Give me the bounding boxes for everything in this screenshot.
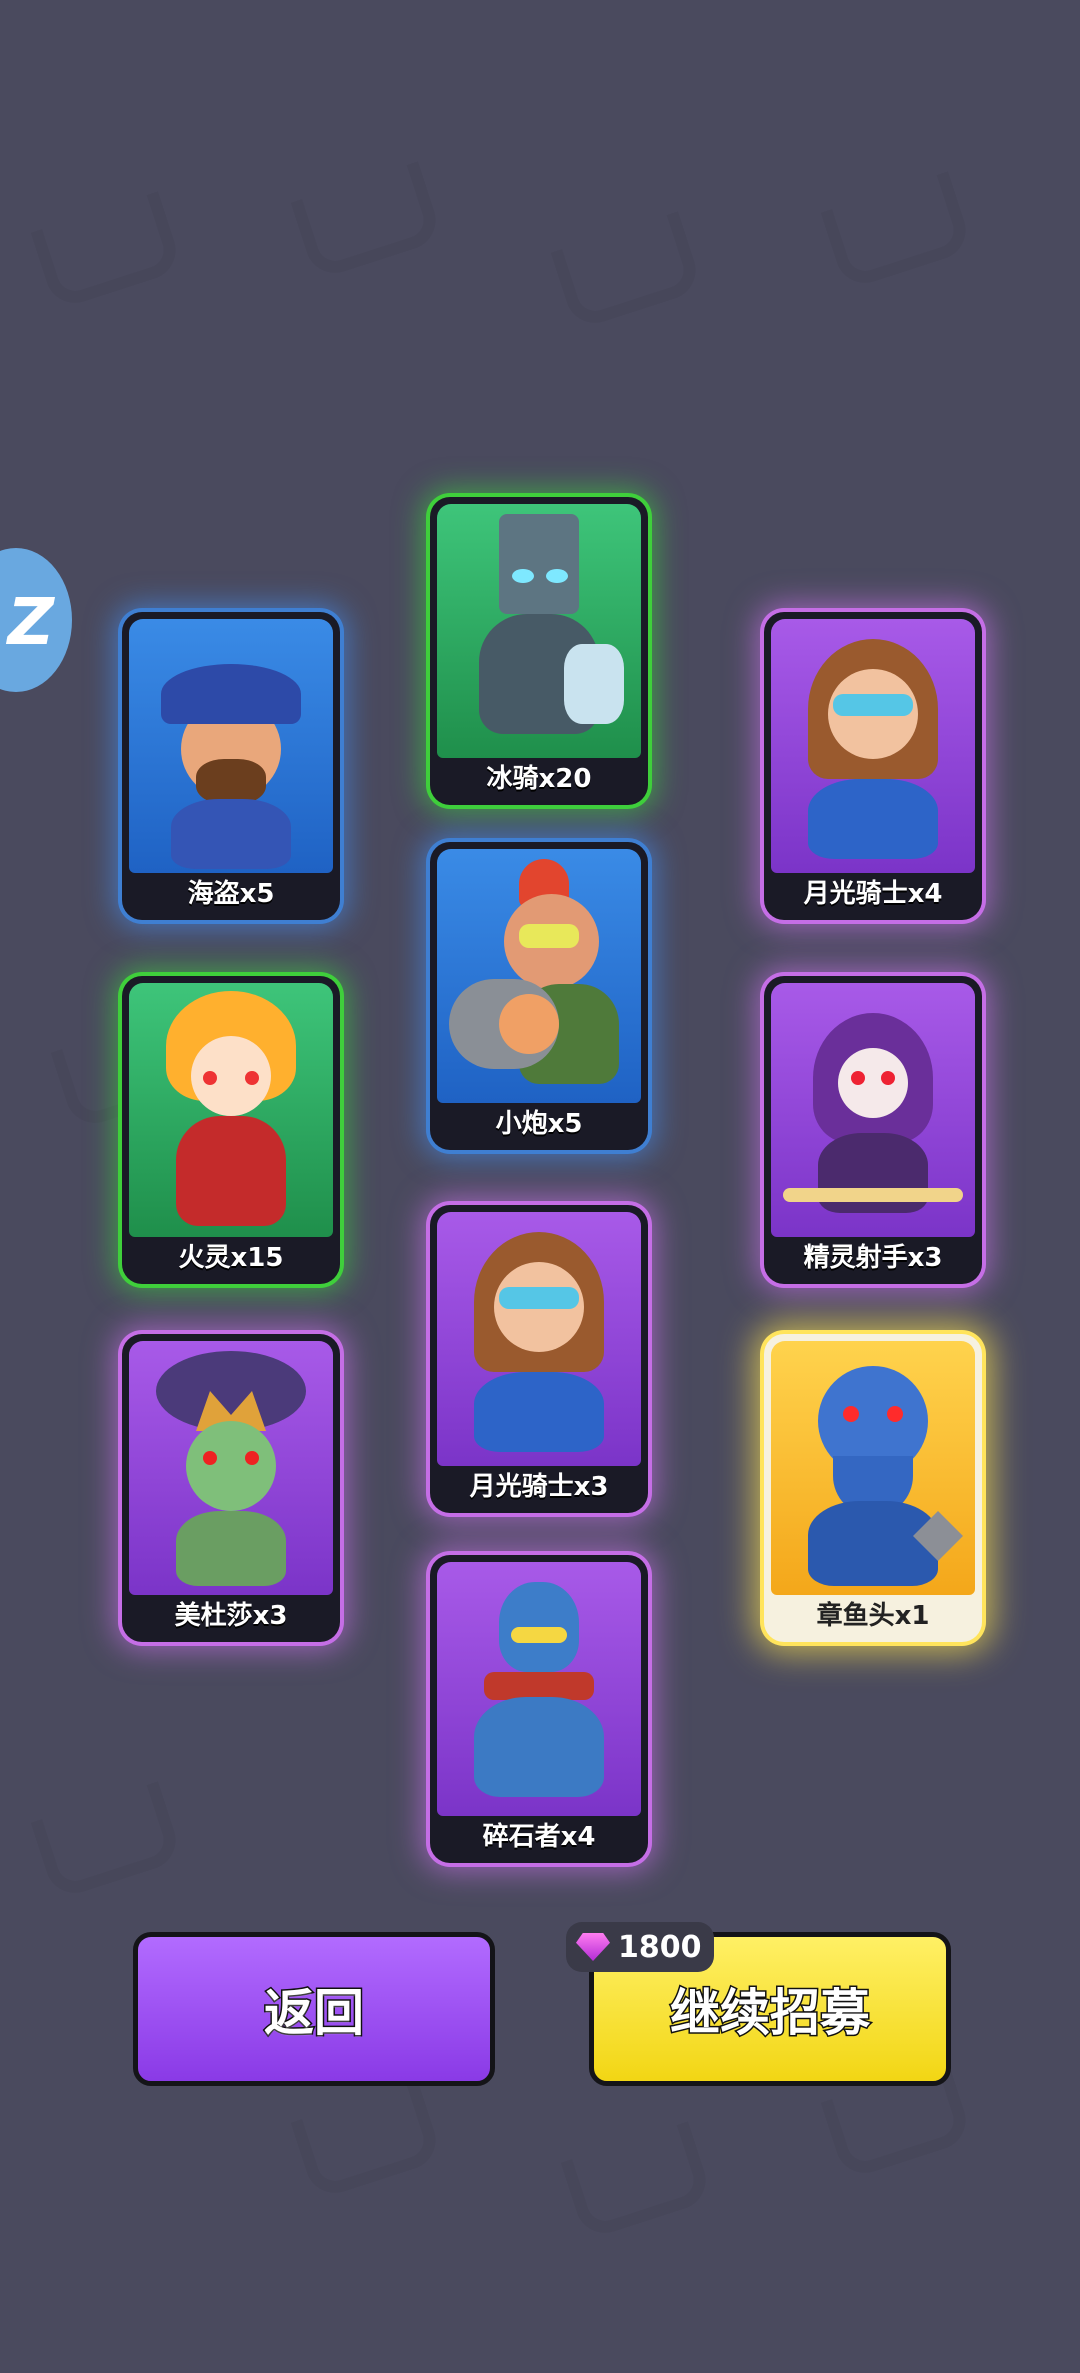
- card-label: 火灵x15: [178, 1243, 284, 1273]
- elf-archer-icon: [771, 983, 975, 1237]
- hero-card-fire-spirit[interactable]: 火灵x15: [122, 976, 340, 1284]
- recruit-button-label: 继续招募: [669, 1983, 872, 2044]
- card-label: 章鱼头x1: [816, 1601, 930, 1631]
- hero-card-ice-knight[interactable]: 冰骑x20: [430, 497, 648, 805]
- card-label: 海盗x5: [187, 879, 275, 909]
- octopus-head-icon: [771, 1341, 975, 1595]
- gem-icon: [576, 1933, 610, 1961]
- moonlight-knight-icon: [437, 1212, 641, 1466]
- cannon-icon: [437, 849, 641, 1103]
- hero-card-pirate[interactable]: 海盗x5: [122, 612, 340, 920]
- hero-card-stone-breaker[interactable]: 碎石者x4: [430, 1555, 648, 1863]
- card-label: 月光骑士x4: [803, 879, 943, 909]
- hero-card-elf-archer[interactable]: 精灵射手x3: [764, 976, 982, 1284]
- fire-spirit-icon: [129, 983, 333, 1237]
- hero-card-octopus-head[interactable]: 章鱼头x1: [764, 1334, 982, 1642]
- moonlight-knight-icon: [771, 619, 975, 873]
- stone-breaker-icon: [437, 1562, 641, 1816]
- back-button-label: 返回: [263, 1983, 366, 2044]
- hero-card-moonlight-knight-2[interactable]: 月光骑士x3: [430, 1205, 648, 1513]
- card-label: 冰骑x20: [486, 764, 592, 794]
- card-label: 美杜莎x3: [174, 1601, 288, 1631]
- recruit-cost: 1800: [618, 1929, 702, 1965]
- hero-card-medusa[interactable]: 美杜莎x3: [122, 1334, 340, 1642]
- back-button[interactable]: 返回: [133, 1932, 495, 2086]
- hero-card-cannon[interactable]: 小炮x5: [430, 842, 648, 1150]
- pirate-icon: [129, 619, 333, 873]
- card-label: 小炮x5: [495, 1109, 583, 1139]
- card-label: 碎石者x4: [482, 1822, 596, 1852]
- hero-card-moonlight-knight[interactable]: 月光骑士x4: [764, 612, 982, 920]
- medusa-icon: [129, 1341, 333, 1595]
- ice-knight-icon: [437, 504, 641, 758]
- card-label: 月光骑士x3: [469, 1472, 609, 1502]
- recruit-cost-badge: 1800: [566, 1922, 714, 1972]
- card-label: 精灵射手x3: [803, 1243, 943, 1273]
